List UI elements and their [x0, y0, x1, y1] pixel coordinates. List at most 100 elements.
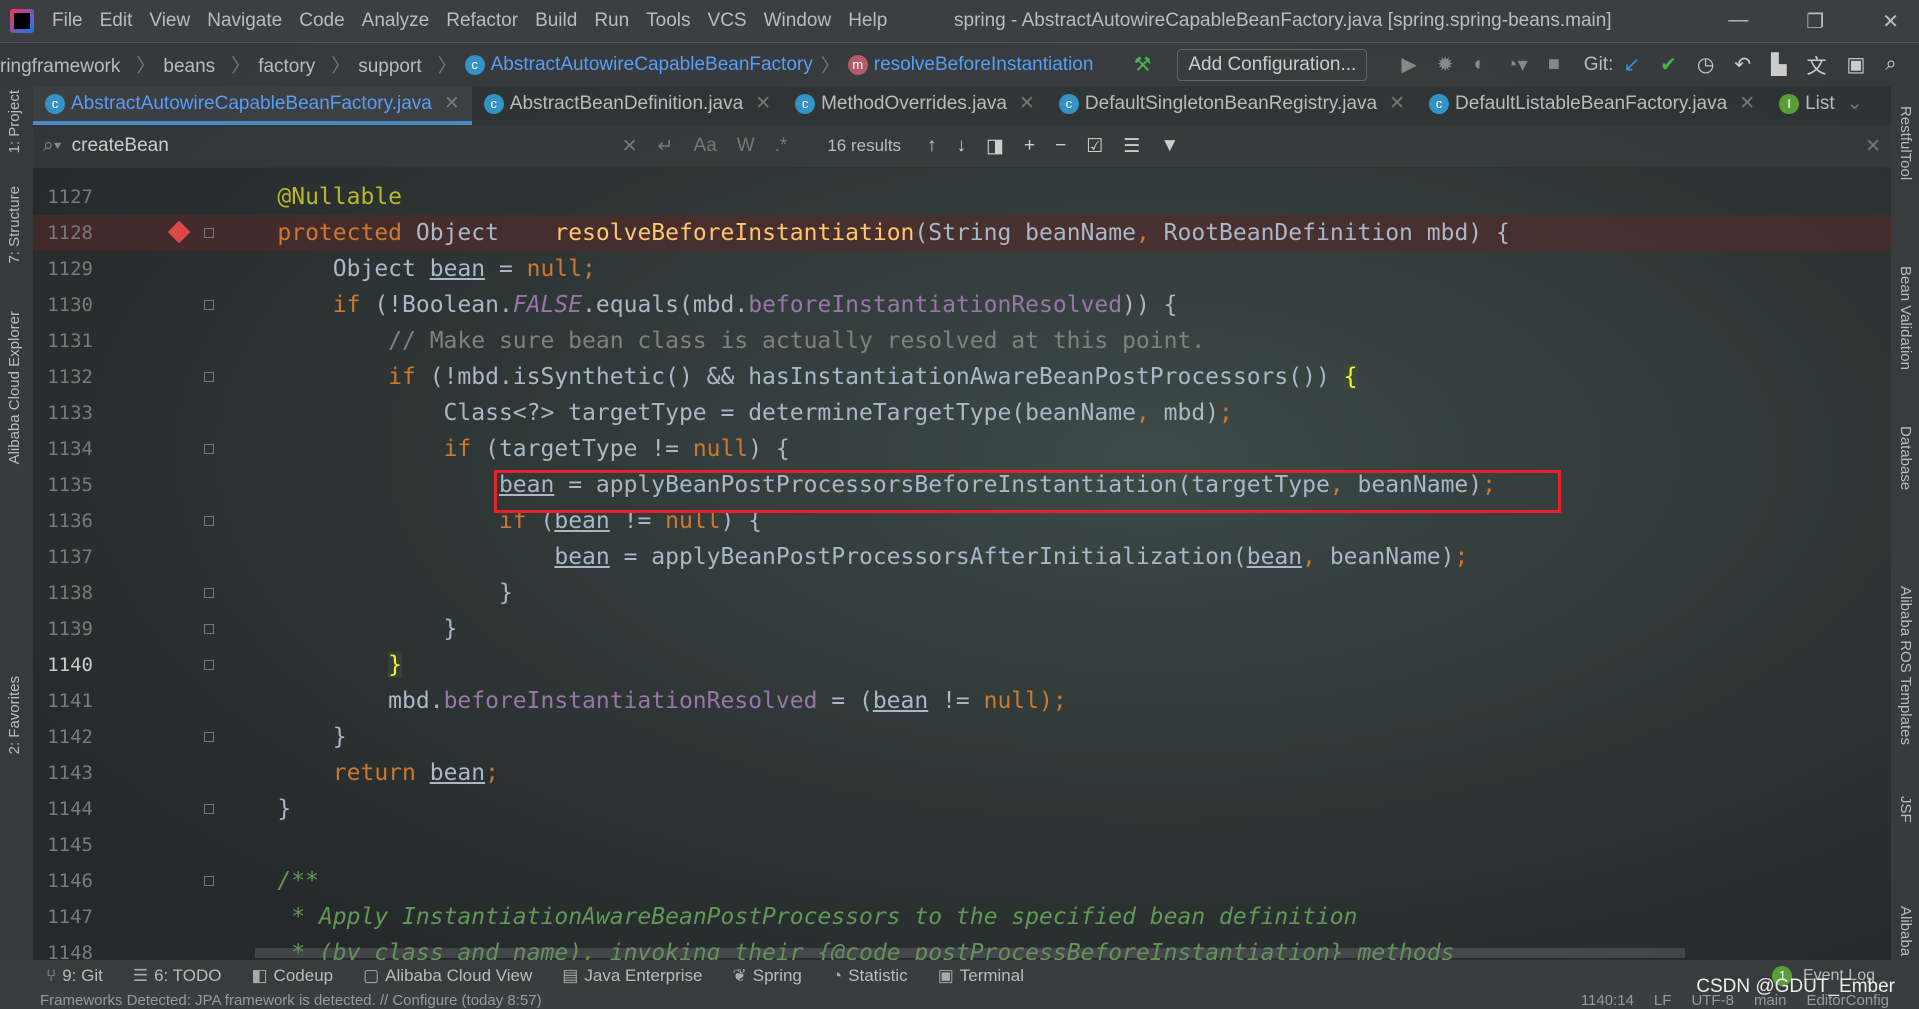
- regex-toggle[interactable]: .*: [775, 135, 788, 157]
- git-rollback-icon[interactable]: ↶: [1734, 52, 1751, 77]
- filter-icon[interactable]: ▼: [1160, 135, 1179, 157]
- breadcrumb-item[interactable]: support: [358, 56, 421, 77]
- minimize-button[interactable]: —: [1728, 9, 1748, 34]
- add-configuration-button[interactable]: Add Configuration...: [1177, 48, 1368, 81]
- tab-abstractautowirecapablebeanfactory-java[interactable]: c AbstractAutowireCapableBeanFactory.java…: [33, 86, 472, 125]
- menu-item-build[interactable]: Build: [535, 10, 577, 31]
- debug-icon[interactable]: ✹: [1437, 52, 1454, 77]
- search-input[interactable]: createBean: [72, 135, 612, 157]
- menu-item-code[interactable]: Code: [299, 10, 344, 31]
- project-structure-icon[interactable]: ▙: [1771, 52, 1786, 77]
- toolwindow-codeup[interactable]: ◧ Codeup: [251, 966, 333, 986]
- breakpoint-icon[interactable]: [167, 220, 191, 244]
- fold-marker-icon[interactable]: [204, 876, 214, 886]
- menu-item-analyze[interactable]: Analyze: [362, 10, 430, 31]
- match-case-toggle[interactable]: Aa: [693, 135, 716, 157]
- tab-list-chevron-icon[interactable]: ⌄: [1847, 92, 1863, 115]
- horizontal-scrollbar[interactable]: [255, 948, 1685, 958]
- tab-close-icon[interactable]: ✕: [1019, 92, 1035, 115]
- tab-defaultlistablebeanfactory-java[interactable]: c DefaultListableBeanFactory.java ✕: [1417, 86, 1767, 125]
- tool-jsf[interactable]: JSF: [1897, 796, 1914, 823]
- build-hammer-icon[interactable]: ⚒: [1133, 52, 1151, 77]
- translate-icon[interactable]: 文: [1807, 50, 1827, 79]
- fold-marker-icon[interactable]: [204, 300, 214, 310]
- menu-item-file[interactable]: File: [52, 10, 83, 31]
- run-icon[interactable]: ▶: [1401, 52, 1416, 77]
- toolwindow-terminal[interactable]: ▣ Terminal: [938, 966, 1024, 986]
- toolwindow-statistic[interactable]: ◔ Statistic: [832, 966, 908, 986]
- tab-close-icon[interactable]: ✕: [755, 92, 771, 115]
- breadcrumb-item[interactable]: ringframework: [0, 56, 120, 77]
- next-occurrence-icon[interactable]: ↓: [957, 135, 967, 157]
- toolwindow-6-todo[interactable]: ☰ 6: TODO: [133, 966, 222, 986]
- tool-alibaba[interactable]: Alibaba: [1897, 906, 1914, 956]
- tab-list[interactable]: I List ⌄: [1767, 86, 1875, 125]
- tool-database[interactable]: Database: [1897, 426, 1914, 490]
- restore-button[interactable]: ❐: [1806, 9, 1824, 34]
- profile-icon[interactable]: ◔▾: [1506, 52, 1528, 77]
- toolwindow-java-enterprise[interactable]: ▤ Java Enterprise: [562, 966, 702, 986]
- menu-item-vcs[interactable]: VCS: [708, 10, 747, 31]
- breadcrumb-method[interactable]: resolveBeforeInstantiation: [874, 54, 1094, 76]
- tool-restfultool[interactable]: RestfulTool: [1897, 106, 1914, 180]
- fold-marker-icon[interactable]: [204, 660, 214, 670]
- menu-item-view[interactable]: View: [149, 10, 190, 31]
- tool-alibaba-cloud-explorer[interactable]: Alibaba Cloud Explorer: [6, 311, 23, 464]
- git-update-icon[interactable]: ↙: [1623, 52, 1640, 77]
- menu-item-help[interactable]: Help: [848, 10, 887, 31]
- fold-marker-icon[interactable]: [204, 732, 214, 742]
- fold-marker-icon[interactable]: [204, 372, 214, 382]
- code-editor[interactable]: 1127 @Nullable 1128 protected Object reso…: [33, 168, 1891, 960]
- close-search-icon[interactable]: ✕: [1865, 135, 1881, 158]
- caret-position[interactable]: 1140:14: [1581, 992, 1634, 1009]
- fold-marker-icon[interactable]: [204, 624, 214, 634]
- tab-abstractbeandefinition-java[interactable]: c AbstractBeanDefinition.java ✕: [472, 86, 783, 125]
- tab-close-icon[interactable]: ✕: [1739, 92, 1755, 115]
- tab-close-icon[interactable]: ✕: [1389, 92, 1405, 115]
- breadcrumb-item[interactable]: factory: [258, 56, 315, 77]
- toolwindow-9-git[interactable]: ⑂ 9: Git: [46, 966, 103, 986]
- words-toggle[interactable]: W: [737, 135, 755, 157]
- filter-settings-icon[interactable]: ☰: [1123, 135, 1140, 158]
- menu-item-window[interactable]: Window: [764, 10, 832, 31]
- tool-alibaba-ros-templates[interactable]: Alibaba ROS Templates: [1897, 586, 1914, 745]
- breadcrumb-item[interactable]: beans: [163, 56, 215, 77]
- breadcrumb-class[interactable]: AbstractAutowireCapableBeanFactory: [491, 54, 813, 76]
- fold-marker-icon[interactable]: [204, 516, 214, 526]
- tab-defaultsingletonbeanregistry-java[interactable]: c DefaultSingletonBeanRegistry.java ✕: [1047, 86, 1417, 125]
- toggle-selection-icon[interactable]: ☑: [1086, 135, 1103, 158]
- menu-item-refactor[interactable]: Refactor: [446, 10, 518, 31]
- git-history-icon[interactable]: ◷: [1697, 52, 1714, 77]
- line-separator[interactable]: LF: [1654, 992, 1672, 1009]
- fold-marker-icon[interactable]: [204, 588, 214, 598]
- menu-item-navigate[interactable]: Navigate: [207, 10, 282, 31]
- git-commit-icon[interactable]: ✔: [1660, 52, 1677, 77]
- status-message[interactable]: Frameworks Detected: JPA framework is de…: [40, 992, 542, 1009]
- previous-occurrence-icon[interactable]: ↑: [927, 135, 937, 157]
- coverage-icon[interactable]: ◐: [1473, 53, 1485, 76]
- add-occurrence-icon[interactable]: +: [1024, 135, 1035, 157]
- remove-occurrence-icon[interactable]: −: [1055, 135, 1066, 157]
- fold-marker-icon[interactable]: [204, 804, 214, 814]
- tab-methodoverrides-java[interactable]: c MethodOverrides.java ✕: [783, 86, 1047, 125]
- newline-icon[interactable]: ↵: [658, 135, 674, 158]
- code-token: mbd.: [222, 688, 444, 714]
- menu-item-run[interactable]: Run: [594, 10, 629, 31]
- fold-marker-icon[interactable]: [204, 444, 214, 454]
- tool-7-structure[interactable]: 7: Structure: [6, 186, 23, 264]
- toolwindow-spring[interactable]: ❦ Spring: [732, 966, 801, 986]
- tool-1-project[interactable]: 1: Project: [6, 90, 23, 153]
- select-all-occurrences-icon[interactable]: ◨: [986, 135, 1004, 158]
- tool-2-favorites[interactable]: 2: Favorites: [6, 676, 23, 754]
- tab-close-icon[interactable]: ✕: [444, 92, 460, 115]
- menu-item-tools[interactable]: Tools: [646, 10, 690, 31]
- terminal-window-icon[interactable]: ▣: [1847, 52, 1866, 77]
- search-everywhere-icon[interactable]: ⌕: [1885, 53, 1896, 76]
- fold-marker-icon[interactable]: [204, 228, 214, 238]
- menu-item-edit[interactable]: Edit: [100, 10, 133, 31]
- stop-icon[interactable]: ■: [1548, 53, 1560, 76]
- close-button[interactable]: ✕: [1882, 9, 1899, 34]
- tool-bean-validation[interactable]: Bean Validation: [1897, 266, 1914, 370]
- clear-search-icon[interactable]: ✕: [622, 135, 638, 158]
- toolwindow-alibaba-cloud-view[interactable]: ▢ Alibaba Cloud View: [363, 966, 532, 986]
